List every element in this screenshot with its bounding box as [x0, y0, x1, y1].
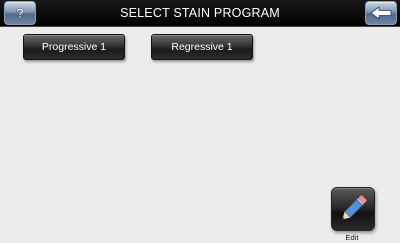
edit-label: Edit	[345, 233, 359, 242]
edit-button[interactable]	[331, 187, 375, 231]
program-button-progressive-1[interactable]: Progressive 1	[23, 34, 125, 60]
back-arrow-icon	[370, 6, 392, 20]
top-bar: ? SELECT STAIN PROGRAM	[0, 0, 400, 27]
page-title: SELECT STAIN PROGRAM	[120, 6, 280, 20]
pencil-icon	[342, 195, 367, 220]
back-button[interactable]	[365, 1, 397, 25]
program-button-regressive-1[interactable]: Regressive 1	[151, 34, 253, 60]
